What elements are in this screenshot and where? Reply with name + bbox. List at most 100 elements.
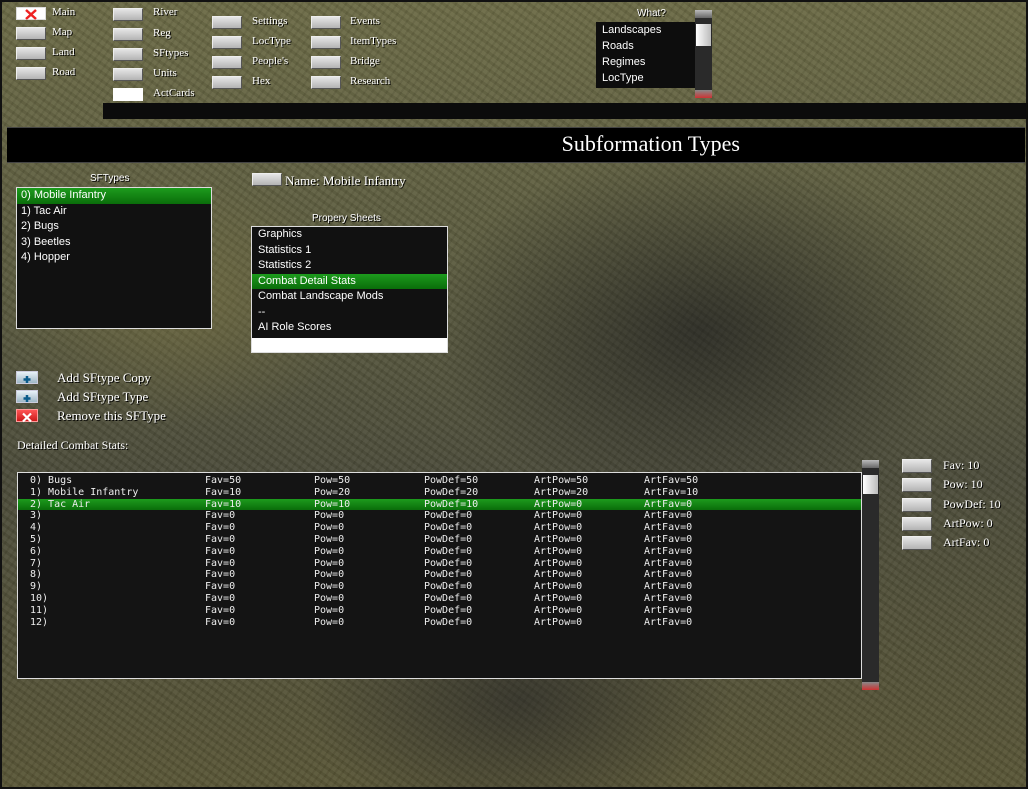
sftypes-item-1[interactable]: 1) Tac Air [17,204,211,220]
land-button[interactable] [16,47,46,60]
sftypes-header: SFTypes [90,173,130,184]
close-icon [25,9,37,20]
stats-row[interactable]: 0) Bugs Fav=50 Pow=50 PowDef=50 ArtPow=50 Art… [18,475,861,487]
map-button[interactable] [16,27,46,40]
what-scrollbar[interactable] [695,10,712,98]
edit-artfav-button[interactable] [902,536,932,550]
stats-row[interactable]: 7) Fav=0 Pow=0 PowDef=0 ArtPow=0 ArtFav=0 [18,558,861,570]
powdef-value: PowDef: 10 [943,497,1001,511]
artfav-value: ArtFav: 0 [943,535,990,549]
stat-fav: Fav=0 [205,616,236,628]
stat-pow: Pow=50 [314,475,351,486]
stats-row[interactable]: 10) Fav=0 Pow=0 PowDef=0 ArtPow=0 ArtFav=0 [18,593,861,605]
river-button[interactable] [113,8,143,21]
stat-powdef: PowDef=50 [424,475,479,486]
peoples-button[interactable] [212,56,242,69]
stat-pow: Pow=0 [314,604,345,616]
what-item-landscapes[interactable]: Landscapes [596,22,695,38]
stat-name: 11) [30,604,49,616]
pow-value: Pow: 10 [943,477,983,491]
plus-icon [23,395,31,402]
page-title: Subformation Types [561,131,740,156]
stat-name: 12) [30,616,49,628]
stats-row[interactable]: 4) Fav=0 Pow=0 PowDef=0 ArtPow=0 ArtFav=0 [18,522,861,534]
units-button[interactable] [113,68,143,81]
stat-artpow: ArtPow=0 [534,557,583,569]
add-sftype-copy-button[interactable] [16,371,38,384]
stats-row[interactable]: 9) Fav=0 Pow=0 PowDef=0 ArtPow=0 ArtFav=0 [18,581,861,593]
stat-name: 9) [30,581,43,593]
itemtypes-button[interactable] [311,36,341,49]
what-item-loctype[interactable]: LocType [596,70,695,86]
what-item-regimes[interactable]: Regimes [596,54,695,70]
stat-powdef: PowDef=0 [424,522,473,534]
scroll-up-icon[interactable] [695,10,712,18]
sftypes-button[interactable] [113,48,143,61]
stats-row[interactable]: 5) Fav=0 Pow=0 PowDef=0 ArtPow=0 ArtFav=0 [18,534,861,546]
property-sheets-list[interactable]: Graphics Statistics 1 Statistics 2 Comba… [251,226,448,353]
menu-label-research: Research [350,75,391,87]
hex-button[interactable] [212,76,242,89]
edit-fav-button[interactable] [902,459,932,473]
bridge-button[interactable] [311,56,341,69]
road-button[interactable] [16,67,46,80]
sftypes-item-0[interactable]: 0) Mobile Infantry [17,188,211,204]
what-list[interactable]: Landscapes Roads Regimes LocType [596,22,695,88]
sftypes-list[interactable]: 0) Mobile Infantry 1) Tac Air 2) Bugs 3)… [16,187,212,329]
combat-stats-table[interactable]: 0) Bugs Fav=50 Pow=50 PowDef=50 ArtPow=50 Art… [17,472,862,679]
detailed-combat-stats-label: Detailed Combat Stats: [17,438,129,452]
stats-scroll-thumb[interactable] [863,475,878,494]
edit-artpow-button[interactable] [902,517,932,531]
rename-button[interactable] [252,173,282,186]
events-button[interactable] [311,16,341,29]
stat-artfav: ArtFav=10 [644,486,699,498]
research-button[interactable] [311,76,341,89]
settings-button[interactable] [212,16,242,29]
stats-row[interactable]: 12) Fav=0 Pow=0 PowDef=0 ArtPow=0 ArtFav=0 [18,617,861,629]
stat-artpow: ArtPow=0 [534,569,583,581]
scroll-down-icon[interactable] [695,90,712,98]
sheet-item-combat-landscape-mods[interactable]: Combat Landscape Mods [252,289,447,305]
stat-artpow: ArtPow=0 [534,592,583,604]
stat-artpow: ArtPow=0 [534,533,583,545]
stat-artfav: ArtFav=0 [644,522,693,534]
edit-powdef-button[interactable] [902,498,932,512]
stat-artpow: ArtPow=0 [534,604,583,616]
stat-fav: Fav=10 [205,486,242,498]
main-button[interactable] [16,7,46,20]
stat-artpow: ArtPow=50 [534,475,589,486]
what-item-roads[interactable]: Roads [596,38,695,54]
remove-sftype-button[interactable] [16,409,38,423]
stats-row[interactable]: 6) Fav=0 Pow=0 PowDef=0 ArtPow=0 ArtFav=0 [18,546,861,558]
sftypes-item-4[interactable]: 4) Hopper [17,250,211,266]
scroll-down-icon[interactable] [862,682,879,690]
stats-scrollbar[interactable] [862,460,879,690]
reg-button[interactable] [113,28,143,41]
stat-fav: Fav=50 [205,475,242,486]
what-scroll-thumb[interactable] [696,24,711,46]
menu-label-actcards: ActCards [153,87,195,99]
sheet-item-statistics-2[interactable]: Statistics 2 [252,258,447,274]
actcards-button[interactable] [113,88,143,101]
sftypes-item-3[interactable]: 3) Beetles [17,235,211,251]
sftypes-item-2[interactable]: 2) Bugs [17,219,211,235]
sheet-item-combat-detail-stats[interactable]: Combat Detail Stats [252,273,447,289]
stats-row[interactable]: 3) Fav=0 Pow=0 PowDef=0 ArtPow=0 ArtFav=0 [18,510,861,522]
loctype-button[interactable] [212,36,242,49]
sheet-item-ai-role-scores[interactable]: AI Role Scores [252,320,447,336]
stats-row[interactable]: 1) Mobile Infantry Fav=10 Pow=20 PowDef=20 A… [18,487,861,499]
add-sftype-type-label: Add SFtype Type [57,389,149,404]
edit-pow-button[interactable] [902,478,932,492]
stats-row[interactable]: 2) Tac Air Fav=10 Pow=10 PowDef=10 ArtPow=0 A… [18,498,861,511]
sheet-item-statistics-1[interactable]: Statistics 1 [252,243,447,259]
menu-label-road: Road [52,66,76,78]
stat-artpow: ArtPow=0 [534,498,583,510]
stats-row[interactable]: 11) Fav=0 Pow=0 PowDef=0 ArtPow=0 ArtFav=0 [18,605,861,617]
sheet-list-footer [252,338,447,352]
sheet-item-graphics[interactable]: Graphics [252,227,447,243]
add-sftype-type-button[interactable] [16,390,38,403]
stat-powdef: PowDef=10 [424,498,479,510]
stats-row[interactable]: 8) Fav=0 Pow=0 PowDef=0 ArtPow=0 ArtFav=0 [18,569,861,581]
stat-powdef: PowDef=0 [424,545,473,557]
scroll-up-icon[interactable] [862,460,879,468]
